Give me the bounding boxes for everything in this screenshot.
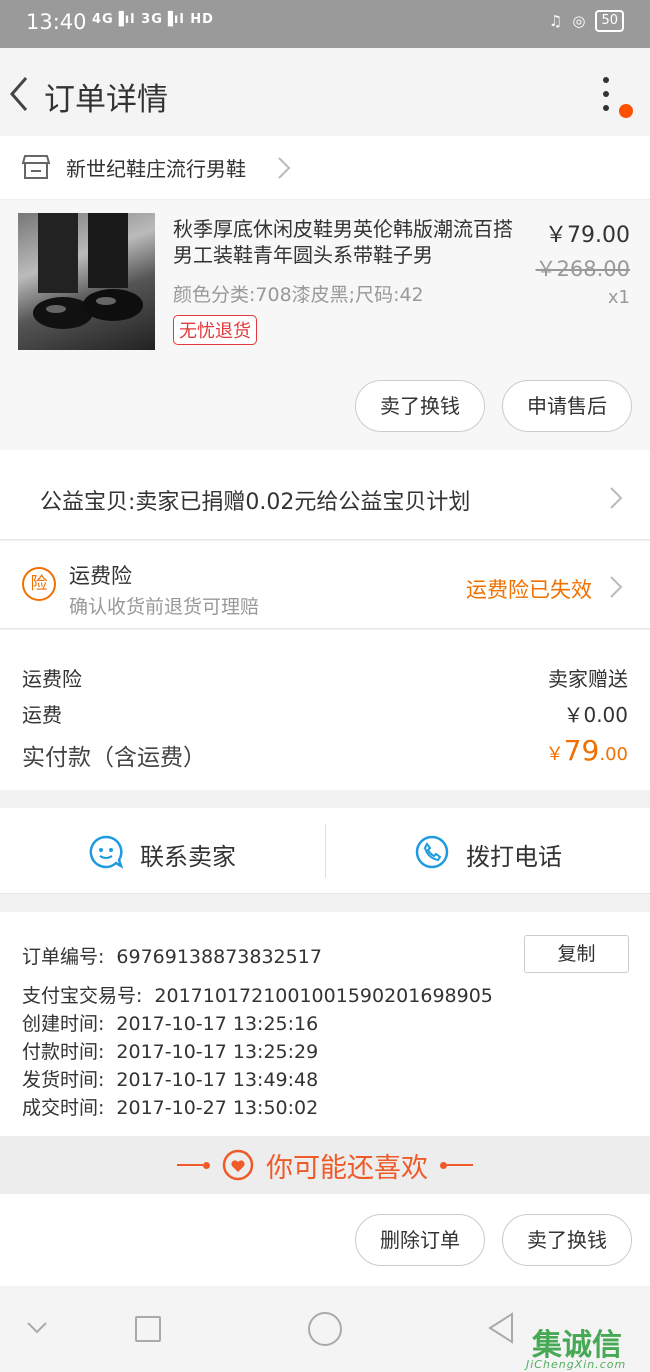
- paid-decimal: .00: [599, 744, 628, 765]
- back-arrow-icon[interactable]: [6, 74, 34, 114]
- signal-indicator: 4G▐ıl 3G▐ıl HD: [92, 12, 214, 27]
- shipping-insurance-row[interactable]: 险 运费险 确认收货前退货可理赔 运费险已失效: [0, 541, 650, 629]
- page-header: 订单详情: [0, 48, 650, 136]
- info-value: 2017101721001001590201698905: [154, 985, 493, 1007]
- shipped-time-row: 发货时间: 2017-10-17 13:49:48: [22, 1065, 318, 1092]
- status-time: 13:40: [26, 10, 87, 34]
- chevron-right-icon: [610, 576, 623, 598]
- info-value: 2017-10-17 13:49:48: [116, 1069, 319, 1091]
- info-value: 69769138873832517: [116, 946, 322, 968]
- call-phone-button[interactable]: 拨打电话: [466, 837, 562, 872]
- goods-item[interactable]: 秋季厚底休闲皮鞋男英伦韩版潮流百搭男工装鞋青年圆头系带鞋子男 颜色分类:708漆…: [0, 200, 650, 450]
- insurance-status: 运费险已失效: [466, 578, 592, 602]
- left-decor: [177, 1161, 210, 1169]
- status-bar: 13:40 4G▐ıl 3G▐ıl HD ♫ ◎ 50: [0, 0, 650, 48]
- product-quantity: x1: [607, 287, 630, 308]
- copy-button[interactable]: 复制: [524, 935, 629, 973]
- order-actions: 删除订单 卖了换钱: [0, 1194, 650, 1286]
- product-price: ￥79.00: [545, 223, 630, 248]
- order-number-row: 订单编号: 69769138873832517: [22, 942, 322, 969]
- right-decor: [440, 1161, 473, 1169]
- divider: [325, 824, 326, 878]
- paid-currency: ￥: [545, 744, 564, 765]
- contact-seller-button[interactable]: 联系卖家: [140, 837, 236, 872]
- info-value: 2017-10-27 13:50:02: [116, 1097, 319, 1119]
- system-nav-bar: 集诚信 JiChengXin.com: [0, 1286, 650, 1372]
- shipping-label: 运费: [22, 703, 62, 727]
- delete-order-button[interactable]: 删除订单: [355, 1214, 485, 1266]
- chevron-right-icon: [278, 157, 291, 179]
- phone-icon[interactable]: [414, 834, 450, 870]
- info-label: 创建时间:: [22, 1013, 105, 1035]
- recommend-title-wrap: 你可能还喜欢: [0, 1136, 650, 1194]
- watermark-url: JiChengXin.com: [526, 1358, 627, 1371]
- info-label: 成交时间:: [22, 1097, 105, 1119]
- chevron-down-icon[interactable]: [24, 1314, 50, 1340]
- product-name[interactable]: 秋季厚底休闲皮鞋男英伦韩版潮流百搭男工装鞋青年圆头系带鞋子男: [173, 216, 518, 268]
- charity-text: 公益宝贝:卖家已捐赠0.02元给公益宝贝计划: [40, 490, 471, 515]
- back-triangle-icon[interactable]: [486, 1311, 516, 1345]
- notification-dot: [619, 104, 633, 118]
- info-value: 2017-10-17 13:25:16: [116, 1013, 319, 1035]
- info-label: 付款时间:: [22, 1041, 105, 1063]
- created-time-row: 创建时间: 2017-10-17 13:25:16: [22, 1009, 318, 1036]
- product-sku: 颜色分类:708漆皮黑;尺码:42: [173, 284, 424, 306]
- alipay-number-row: 支付宝交易号: 2017101721001001590201698905: [22, 981, 493, 1008]
- original-price: ￥268.00: [535, 257, 630, 281]
- completed-time-row: 成交时间: 2017-10-27 13:50:02: [22, 1093, 318, 1120]
- shop-icon: [22, 155, 50, 179]
- chat-icon[interactable]: [88, 834, 124, 870]
- paid-integer: 79: [563, 734, 600, 767]
- shop-name[interactable]: 新世纪鞋庄流行男鞋: [66, 153, 246, 182]
- home-icon[interactable]: [308, 1312, 342, 1346]
- cost-summary: 运费险 卖家赠送 运费 ￥0.00 实付款（含运费） ￥79.00: [0, 630, 650, 790]
- order-info: 订单编号: 69769138873832517 复制 支付宝交易号: 2017101…: [0, 912, 650, 1136]
- insurance-title: 运费险: [69, 564, 132, 588]
- lock-icon: ◎: [572, 12, 586, 30]
- vibrate-icon: ♫: [548, 12, 563, 30]
- insurance-icon: 险: [22, 567, 56, 601]
- info-value: 2017-10-17 13:25:29: [116, 1041, 319, 1063]
- info-label: 订单编号:: [22, 946, 105, 968]
- return-tag: 无忧退货: [173, 315, 257, 345]
- paid-label: 实付款（含运费）: [22, 745, 206, 771]
- more-menu-icon[interactable]: [596, 74, 616, 114]
- recent-apps-icon[interactable]: [135, 1316, 161, 1342]
- contact-bar: 联系卖家 拨打电话: [0, 808, 650, 894]
- recommend-title: 你可能还喜欢: [266, 1152, 428, 1184]
- product-thumbnail[interactable]: [18, 213, 155, 350]
- battery-icon: 50: [595, 10, 624, 32]
- insurance-cost-value: 卖家赠送: [548, 667, 628, 691]
- info-label: 发货时间:: [22, 1069, 105, 1091]
- status-right: ♫ ◎ 50: [549, 10, 624, 32]
- page-title: 订单详情: [44, 82, 168, 118]
- charity-row[interactable]: 公益宝贝:卖家已捐赠0.02元给公益宝贝计划: [0, 450, 650, 540]
- after-sale-button[interactable]: 申请售后: [502, 380, 632, 432]
- heart-icon: [222, 1149, 254, 1181]
- paid-time-row: 付款时间: 2017-10-17 13:25:29: [22, 1037, 318, 1064]
- paid-amount: ￥79.00: [546, 734, 628, 767]
- shipping-value: ￥0.00: [563, 703, 628, 727]
- insurance-subtitle: 确认收货前退货可理赔: [69, 596, 260, 618]
- chevron-right-icon: [610, 487, 623, 509]
- shop-row[interactable]: 新世纪鞋庄流行男鞋: [0, 136, 650, 200]
- sell-for-cash-button[interactable]: 卖了换钱: [355, 380, 485, 432]
- info-label: 支付宝交易号:: [22, 985, 143, 1007]
- recommend-header: 你可能还喜欢: [0, 1136, 650, 1194]
- sell-for-cash-button-bottom[interactable]: 卖了换钱: [502, 1214, 632, 1266]
- insurance-cost-label: 运费险: [22, 667, 82, 691]
